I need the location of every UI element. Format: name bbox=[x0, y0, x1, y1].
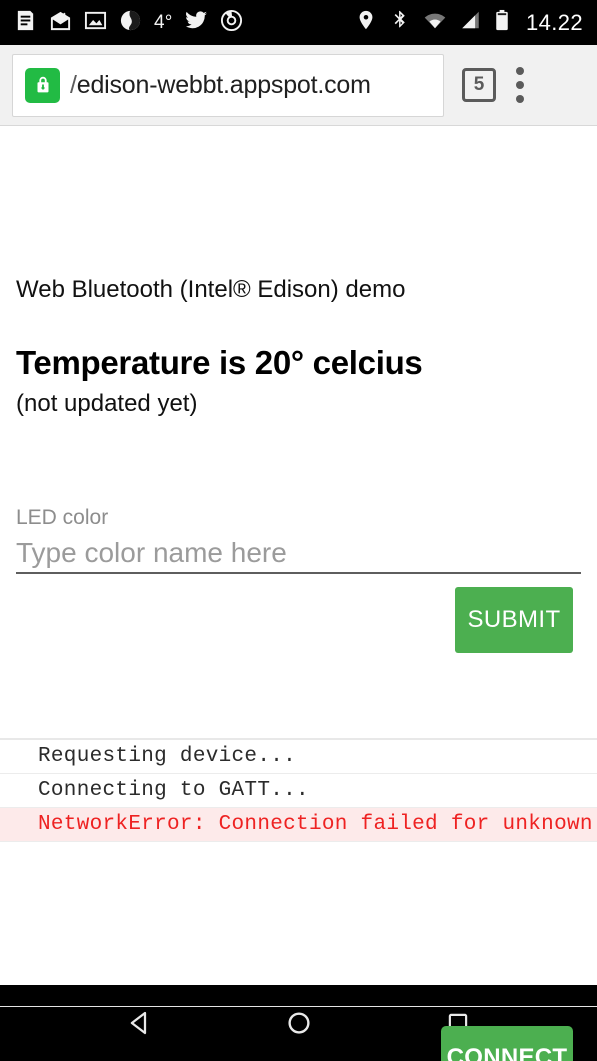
home-circle-icon[interactable] bbox=[269, 993, 329, 1053]
status-bar-clock: 14.22 bbox=[525, 9, 583, 35]
photo-icon bbox=[84, 9, 107, 37]
address-bar-url: /edison-webbt.appspot.com bbox=[70, 71, 371, 100]
log-row-text: Connecting to GATT... bbox=[38, 779, 309, 802]
browser-toolbar: /edison-webbt.appspot.com 5 bbox=[0, 45, 597, 126]
back-triangle-icon[interactable] bbox=[110, 993, 170, 1053]
android-status-bar: 4° 14.22 bbox=[0, 0, 597, 45]
lock-icon[interactable] bbox=[25, 67, 60, 103]
led-color-label: LED color bbox=[16, 506, 109, 529]
log-row-error: NetworkError: Connection failed for unkn… bbox=[0, 808, 597, 842]
content-divider bbox=[0, 1006, 597, 1007]
location-pin-icon bbox=[355, 9, 377, 36]
kebab-menu-icon[interactable] bbox=[516, 67, 524, 103]
chrome-icon bbox=[220, 9, 243, 37]
url-text: edison-webbt.appspot.com bbox=[76, 70, 371, 99]
log-row: Requesting device... bbox=[0, 740, 597, 774]
page-title: Web Bluetooth (Intel® Edison) demo bbox=[16, 276, 406, 303]
url-prefix: / bbox=[70, 70, 77, 99]
kebab-dot bbox=[516, 95, 524, 103]
web-page-content: Web Bluetooth (Intel® Edison) demo Tempe… bbox=[0, 126, 597, 1061]
status-bar-temperature: 4° bbox=[154, 11, 173, 33]
wifi-icon bbox=[423, 9, 447, 36]
kebab-dot bbox=[516, 67, 524, 75]
battery-icon bbox=[494, 9, 510, 37]
cellular-signal-icon bbox=[459, 9, 482, 36]
mail-open-check-icon bbox=[49, 9, 72, 37]
temperature-heading: Temperature is 20° celcius bbox=[16, 344, 423, 381]
news-icon bbox=[14, 9, 37, 37]
tab-count-label: 5 bbox=[473, 74, 485, 95]
bluetooth-icon bbox=[389, 9, 411, 36]
twitter-bird-icon bbox=[185, 9, 208, 37]
led-color-input-underline bbox=[16, 572, 581, 574]
address-bar[interactable]: /edison-webbt.appspot.com bbox=[12, 53, 444, 117]
temperature-status-note: (not updated yet) bbox=[16, 390, 198, 417]
led-color-input[interactable] bbox=[16, 534, 581, 572]
log-list: Requesting device... Connecting to GATT.… bbox=[0, 738, 597, 842]
log-row-text: NetworkError: Connection failed for unkn… bbox=[38, 813, 593, 836]
weather-app-icon bbox=[119, 9, 142, 37]
tab-switcher-button[interactable]: 5 bbox=[462, 68, 496, 102]
phone-screen: 4° 14.22 /edison-webbt.appspot.com 5 Web… bbox=[0, 0, 597, 1061]
log-row-text: Requesting device... bbox=[38, 745, 297, 768]
submit-button[interactable]: SUBMIT bbox=[455, 587, 573, 653]
status-bar-system-icons: 14.22 bbox=[355, 9, 583, 37]
log-row: Connecting to GATT... bbox=[0, 774, 597, 808]
status-bar-notifications: 4° bbox=[14, 9, 243, 37]
connect-button[interactable]: CONNECT bbox=[441, 1026, 573, 1061]
kebab-dot bbox=[516, 81, 524, 89]
